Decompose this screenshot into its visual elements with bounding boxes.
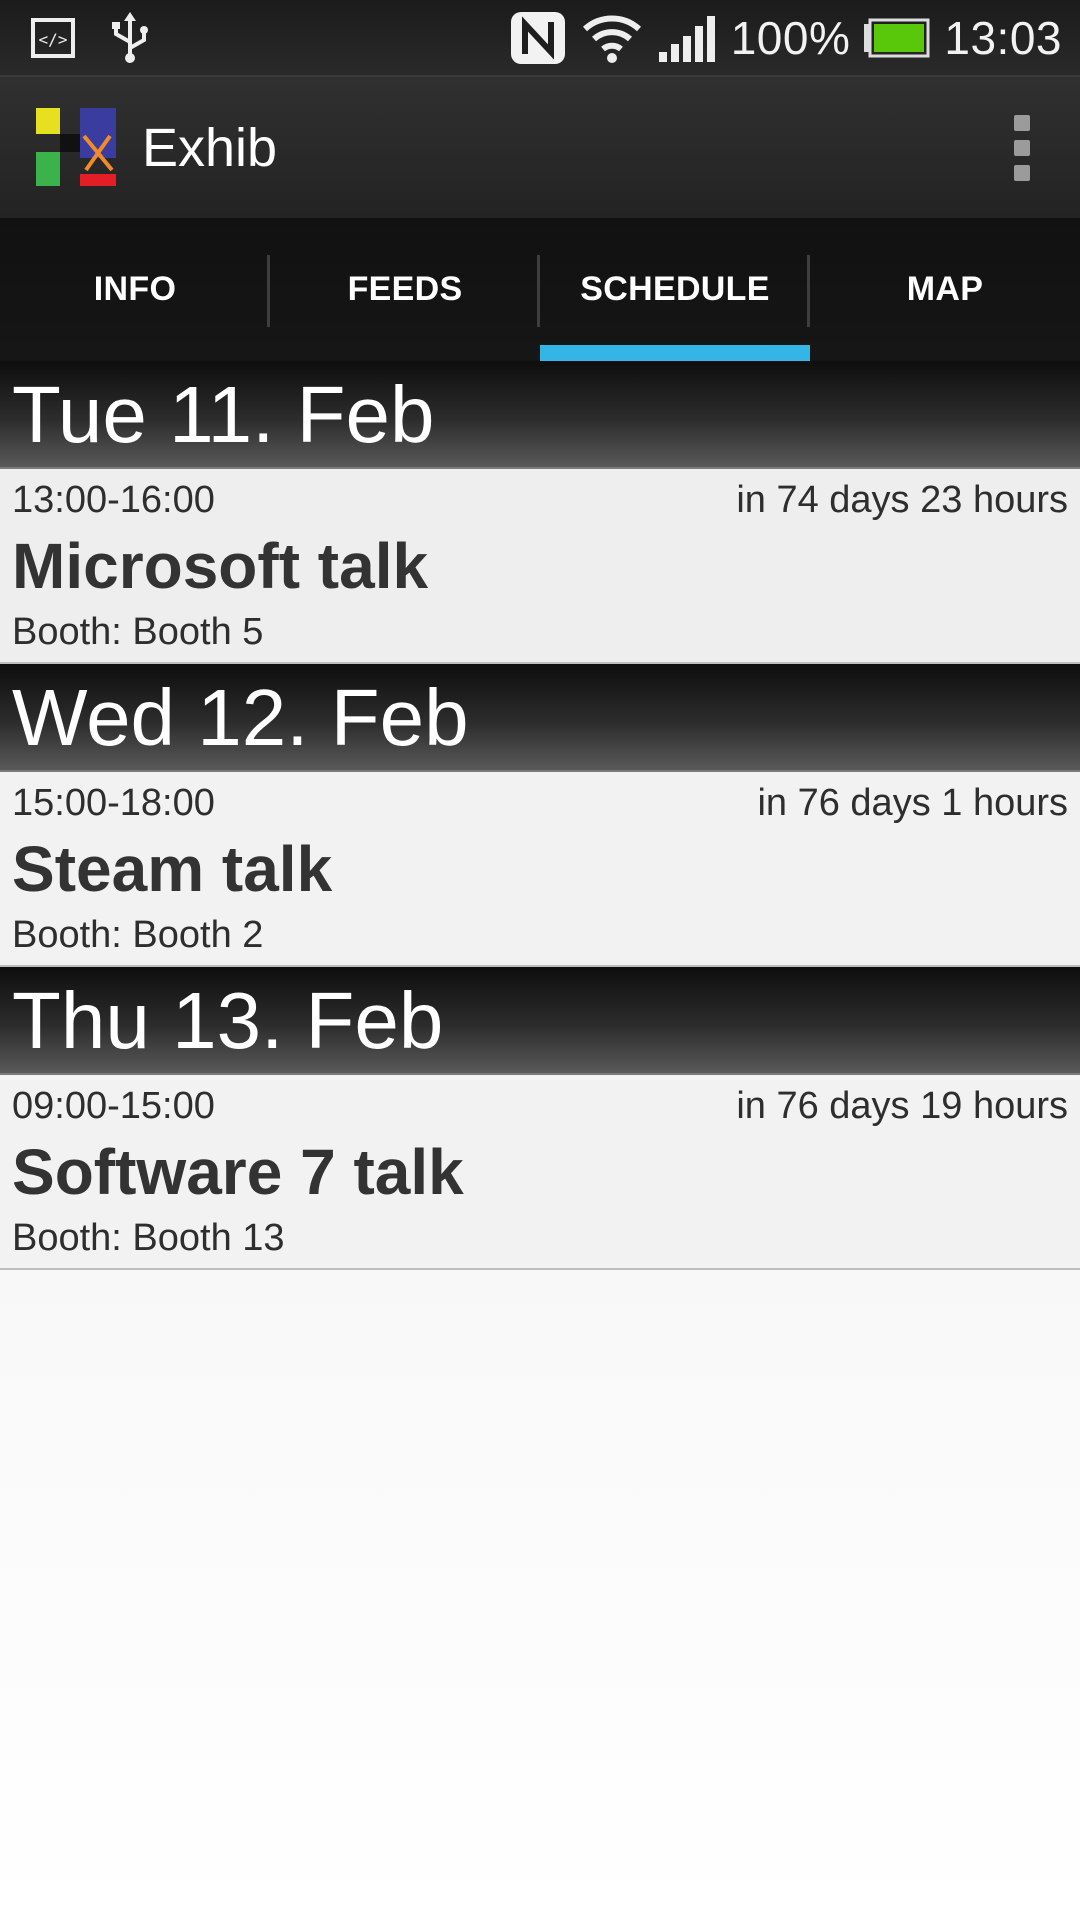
day-header: Tue 11. Feb <box>0 361 1080 469</box>
tab-bar: INFO FEEDS SCHEDULE MAP <box>0 218 1080 361</box>
tab-label: FEEDS <box>347 270 463 308</box>
code-icon: </> <box>30 14 78 62</box>
event-title: Steam talk <box>12 833 333 905</box>
list-item[interactable]: 09:00-15:00 in 76 days 19 hours Software… <box>0 1075 1080 1270</box>
event-time: 15:00-18:00 <box>12 782 215 824</box>
tab-label: INFO <box>93 270 177 308</box>
event-title: Microsoft talk <box>12 530 429 602</box>
app-title: Exhib <box>142 117 278 178</box>
event-countdown: in 76 days 1 hours <box>757 782 1068 824</box>
battery-icon <box>864 18 930 58</box>
tab-selected-indicator <box>540 345 810 361</box>
tab-label: SCHEDULE <box>580 270 770 308</box>
tab-label: MAP <box>906 270 984 308</box>
event-booth: Booth: Booth 5 <box>12 611 264 653</box>
day-header: Wed 12. Feb <box>0 664 1080 772</box>
signal-icon <box>657 12 717 64</box>
svg-text:</>: </> <box>39 30 68 49</box>
wifi-icon <box>581 11 643 65</box>
event-countdown: in 74 days 23 hours <box>736 479 1068 521</box>
event-booth: Booth: Booth 2 <box>12 914 264 956</box>
tab-feeds[interactable]: FEEDS <box>270 218 540 361</box>
event-booth: Booth: Booth 13 <box>12 1217 285 1259</box>
day-header: Thu 13. Feb <box>0 967 1080 1075</box>
list-item[interactable]: 13:00-16:00 in 74 days 23 hours Microsof… <box>0 469 1080 664</box>
tab-info[interactable]: INFO <box>0 218 270 361</box>
status-bar: </> 100% 13:03 <box>0 0 1080 75</box>
clock: 13:03 <box>944 11 1062 64</box>
event-time: 13:00-16:00 <box>12 479 215 521</box>
usb-icon <box>106 11 154 64</box>
event-title: Software 7 talk <box>12 1136 464 1208</box>
list-item[interactable]: 15:00-18:00 in 76 days 1 hours Steam tal… <box>0 772 1080 967</box>
tab-schedule[interactable]: SCHEDULE <box>540 218 810 361</box>
battery-percent: 100% <box>730 11 851 64</box>
overflow-menu-icon[interactable] <box>1014 114 1030 181</box>
schedule-list: Tue 11. Feb 13:00-16:00 in 74 days 23 ho… <box>0 361 1080 1270</box>
event-time: 09:00-15:00 <box>12 1085 215 1127</box>
nfc-icon <box>509 10 567 66</box>
action-bar: Exhib <box>0 75 1080 218</box>
tab-map[interactable]: MAP <box>810 218 1080 361</box>
event-countdown: in 76 days 19 hours <box>736 1085 1068 1127</box>
app-logo-icon[interactable] <box>36 107 116 188</box>
